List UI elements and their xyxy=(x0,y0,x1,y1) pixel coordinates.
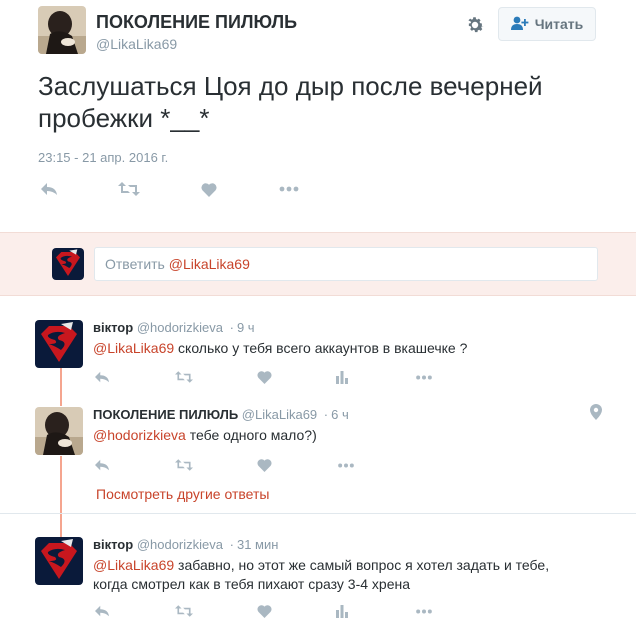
reply-text: @LikaLika69 сколько у тебя всего аккаунт… xyxy=(93,339,573,358)
retweet-icon[interactable] xyxy=(175,368,193,386)
gear-icon[interactable] xyxy=(464,14,486,36)
avatar[interactable] xyxy=(35,407,83,455)
avatar[interactable] xyxy=(35,320,83,368)
tweet-text: Заслушаться Цоя до дыр после вечерней пр… xyxy=(38,71,543,133)
separator-dot: · xyxy=(229,537,234,552)
retweet-icon[interactable] xyxy=(175,602,193,620)
reply-icon[interactable] xyxy=(93,368,111,386)
reply-author-name[interactable]: віктор xyxy=(93,537,133,552)
reply-body: сколько у тебя всего аккаунтов в вкашечк… xyxy=(174,340,468,356)
reply-author-name[interactable]: ПОКОЛЕНИЕ ПИЛЮЛЬ xyxy=(93,407,238,422)
mention-link[interactable]: @LikaLika69 xyxy=(93,340,174,356)
reply-icon[interactable] xyxy=(38,178,60,200)
mention-link[interactable]: @hodorizkieva xyxy=(93,427,186,443)
tweet-timestamp[interactable]: 23:15 - 21 апр. 2016 г. xyxy=(38,150,168,165)
more-icon[interactable] xyxy=(415,602,433,620)
tweet-actions xyxy=(38,178,338,200)
profile-avatar[interactable] xyxy=(38,6,86,54)
reply-text: @hodorizkieva тебе одного мало?) xyxy=(93,426,573,445)
separator-dot: · xyxy=(229,320,234,335)
reply-header: віктор @hodorizkieva · 9 ч xyxy=(93,320,255,335)
more-icon[interactable] xyxy=(337,456,355,474)
reply-time[interactable]: 9 ч xyxy=(237,320,255,335)
avatar[interactable] xyxy=(35,537,83,585)
follow-user-icon xyxy=(510,16,529,33)
stats-icon[interactable] xyxy=(333,368,351,386)
reply-time[interactable]: 31 мин xyxy=(237,537,278,552)
divider xyxy=(0,513,636,514)
reply-author-handle[interactable]: @LikaLika69 xyxy=(242,407,317,422)
show-more-replies-link[interactable]: Посмотреть другие ответы xyxy=(96,486,269,502)
reply-header: ПОКОЛЕНИЕ ПИЛЮЛЬ @LikaLika69 · 6 ч xyxy=(93,407,349,422)
reply-author-handle[interactable]: @hodorizkieva xyxy=(137,320,223,335)
follow-button[interactable]: Читать xyxy=(498,7,596,41)
thread-connector xyxy=(60,368,62,406)
thread-connector xyxy=(60,456,62,538)
reply-header: віктор @hodorizkieva · 31 мин xyxy=(93,537,278,552)
reply-time[interactable]: 6 ч xyxy=(331,407,349,422)
more-icon[interactable] xyxy=(415,368,433,386)
stats-icon[interactable] xyxy=(333,602,351,620)
location-pin-icon[interactable] xyxy=(590,404,602,420)
reply-composer: Ответить @LikaLika69 xyxy=(0,232,636,296)
like-icon[interactable] xyxy=(255,456,273,474)
more-icon[interactable] xyxy=(278,178,300,200)
reply-text: @LikaLika69 забавно, но этот же самый во… xyxy=(93,556,573,594)
separator-dot: · xyxy=(323,407,329,422)
like-icon[interactable] xyxy=(255,368,273,386)
reply-author-name[interactable]: віктор xyxy=(93,320,133,335)
current-user-avatar xyxy=(52,248,84,280)
reply-author-handle[interactable]: @hodorizkieva xyxy=(137,537,223,552)
like-icon[interactable] xyxy=(255,602,273,620)
profile-name[interactable]: ПОКОЛЕНИЕ ПИЛЮЛЬ xyxy=(96,12,297,33)
reply-placeholder-mention: @LikaLika69 xyxy=(168,256,250,272)
profile-handle[interactable]: @LikaLika69 xyxy=(96,36,177,52)
like-icon[interactable] xyxy=(198,178,220,200)
reply-placeholder: Ответить xyxy=(105,256,169,272)
reply-actions xyxy=(93,602,453,620)
reply-icon[interactable] xyxy=(93,602,111,620)
retweet-icon[interactable] xyxy=(118,178,140,200)
reply-body: тебе одного мало?) xyxy=(185,427,317,443)
reply-actions xyxy=(93,456,453,474)
main-tweet: ПОКОЛЕНИЕ ПИЛЮЛЬ @LikaLika69 Читать Засл… xyxy=(0,0,636,232)
retweet-icon[interactable] xyxy=(175,456,193,474)
reply-actions xyxy=(93,368,453,386)
mention-link[interactable]: @LikaLika69 xyxy=(93,557,174,573)
reply-input[interactable]: Ответить @LikaLika69 xyxy=(94,247,598,281)
follow-button-label: Читать xyxy=(534,16,584,32)
reply-icon[interactable] xyxy=(93,456,111,474)
